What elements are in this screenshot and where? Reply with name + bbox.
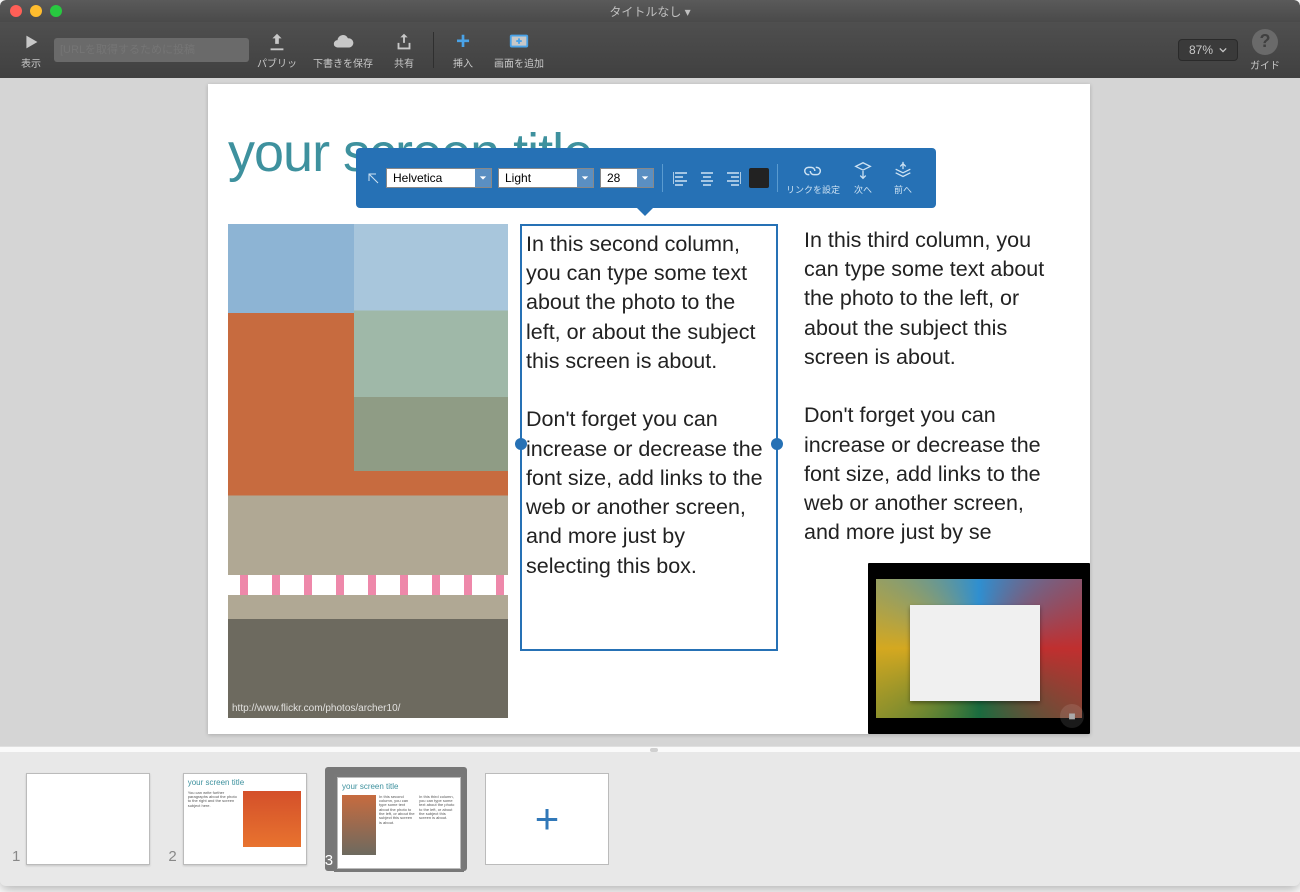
app-window: タイトルなし ▾ 表示 パブリッ 下書きを保存 共有 + 挿入 画面を追加 [0, 0, 1300, 886]
thumb-number: 3 [325, 852, 333, 869]
align-left-button[interactable] [671, 168, 691, 188]
font-family-value: Helvetica [387, 171, 475, 185]
help-icon: ? [1252, 29, 1278, 55]
save-draft-label: 下書きを保存 [313, 55, 373, 70]
horizontal-scrollbar[interactable] [0, 746, 1300, 752]
text-column-3-content: In this third column, you can type some … [804, 228, 1044, 544]
show-label: 表示 [21, 55, 41, 70]
text-format-toolbar: Helvetica Light 28 [356, 148, 936, 208]
main-toolbar: 表示 パブリッ 下書きを保存 共有 + 挿入 画面を追加 87% [0, 22, 1300, 78]
titlebar: タイトルなし ▾ [0, 0, 1300, 22]
separator [777, 164, 778, 192]
guide-button[interactable]: ? ガイド [1242, 27, 1288, 74]
zoom-dropdown[interactable]: 87% [1178, 39, 1238, 61]
thumbnail-strip: 1 2 your screen title You can write furt… [0, 752, 1300, 885]
thumbnail-2[interactable]: 2 your screen title You can write furthe… [168, 773, 306, 865]
set-link-label: リンクを設定 [786, 183, 840, 196]
text-color-swatch[interactable] [749, 168, 769, 188]
selection-handle-right[interactable] [771, 438, 783, 450]
upload-icon [266, 31, 288, 53]
thumb-preview-1 [26, 773, 150, 865]
text-column-2-content: In this second column, you can type some… [526, 232, 763, 578]
url-input[interactable] [54, 38, 249, 62]
thumb-preview-2: your screen title You can write further … [183, 773, 307, 865]
plus-icon: + [535, 795, 560, 843]
chevron-down-icon [577, 169, 593, 187]
play-icon [20, 31, 42, 53]
add-screen-label: 画面を追加 [494, 55, 544, 70]
insert-label: 挿入 [453, 55, 473, 70]
thumb-title: your screen title [184, 774, 306, 791]
photo-credit: http://www.flickr.com/photos/archer10/ [232, 703, 400, 714]
set-link-button[interactable]: リンクを設定 [786, 160, 840, 196]
thumbnail-1[interactable]: 1 [12, 773, 150, 865]
thumb-number: 2 [168, 848, 176, 865]
layer-backward-icon [891, 160, 915, 182]
align-right-button[interactable] [723, 168, 743, 188]
collapse-toolbar-button[interactable] [366, 171, 380, 185]
share-icon [393, 31, 415, 53]
thumbnail-3-selected[interactable]: 3 your screen title In this second colum… [325, 767, 467, 871]
guide-label: ガイド [1250, 57, 1280, 72]
link-icon [801, 160, 825, 182]
add-screen-button[interactable]: 画面を追加 [486, 29, 552, 72]
font-weight-value: Light [499, 171, 577, 185]
share-label: 共有 [394, 55, 414, 70]
font-weight-select[interactable]: Light [498, 168, 594, 188]
plus-icon: + [452, 31, 474, 53]
thumb-number: 1 [12, 848, 20, 865]
window-title[interactable]: タイトルなし ▾ [0, 3, 1300, 20]
text-column-2[interactable]: In this second column, you can type some… [520, 224, 778, 651]
send-backward-button[interactable]: 前へ [886, 160, 920, 196]
camera-icon[interactable]: ■ [1060, 704, 1084, 728]
thumb-title: your screen title [338, 778, 460, 795]
publish-label: パブリッ [257, 55, 297, 70]
publish-button[interactable]: パブリッ [253, 29, 301, 72]
pip-window [910, 605, 1040, 701]
cloud-icon [332, 31, 354, 53]
chevron-down-icon [1219, 46, 1227, 54]
chevron-down-icon [475, 169, 491, 187]
add-screen-icon [508, 31, 530, 53]
column-photo[interactable]: http://www.flickr.com/photos/archer10/ [228, 224, 508, 718]
insert-button[interactable]: + 挿入 [444, 29, 482, 72]
bring-forward-button[interactable]: 次へ [846, 160, 880, 196]
font-size-select[interactable]: 28 [600, 168, 654, 188]
chevron-down-icon [637, 169, 653, 187]
save-draft-button[interactable]: 下書きを保存 [305, 29, 381, 72]
add-screen-thumbnail[interactable]: + [485, 773, 609, 865]
selection-handle-left[interactable] [515, 438, 527, 450]
layer-forward-icon [851, 160, 875, 182]
align-center-button[interactable] [697, 168, 717, 188]
font-family-select[interactable]: Helvetica [386, 168, 492, 188]
prev-label: 前へ [894, 183, 912, 196]
separator [662, 164, 663, 192]
font-size-value: 28 [601, 171, 637, 185]
page-canvas[interactable]: your screen title http://www.flickr.com/… [208, 84, 1090, 734]
share-button[interactable]: 共有 [385, 29, 423, 72]
toolbar-divider [433, 32, 434, 68]
next-label: 次へ [854, 183, 872, 196]
zoom-value: 87% [1189, 43, 1213, 57]
text-column-3[interactable]: In this third column, you can type some … [804, 226, 1054, 548]
show-button[interactable]: 表示 [12, 29, 50, 72]
thumb-preview-3: your screen title In this second column,… [337, 777, 461, 869]
canvas-area[interactable]: your screen title http://www.flickr.com/… [0, 78, 1300, 746]
picture-in-picture[interactable]: ■ [868, 563, 1090, 734]
